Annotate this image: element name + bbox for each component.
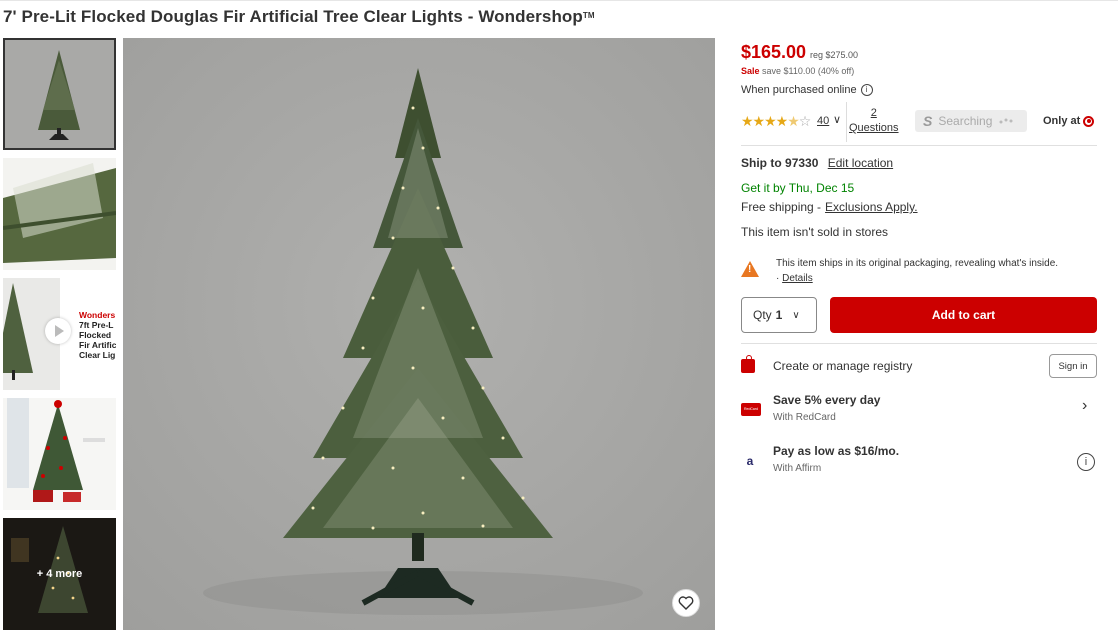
thumbnail-4[interactable] bbox=[3, 398, 116, 510]
target-bullseye-icon bbox=[1083, 115, 1095, 127]
tree-thumbnail-image bbox=[5, 40, 114, 148]
ratings-row: ★★★★★☆ 40 ∨ 2 Questions S Searching Only… bbox=[741, 102, 1101, 142]
free-shipping-row: Free shipping - Exclusions Apply. bbox=[741, 200, 918, 214]
thumbnail-1[interactable] bbox=[3, 38, 116, 150]
searching-logo-icon: S bbox=[923, 113, 933, 129]
trademark-mark: TM bbox=[582, 11, 595, 20]
not-in-stores-note: This item isn't sold in stores bbox=[741, 225, 889, 239]
heart-icon bbox=[678, 596, 694, 610]
play-video-button[interactable] bbox=[45, 318, 71, 344]
online-price-note: When purchased online i bbox=[741, 84, 873, 96]
thumbnail-2[interactable] bbox=[3, 158, 116, 270]
redcard-icon: RedCard bbox=[741, 403, 761, 416]
info-icon[interactable]: i bbox=[1077, 453, 1095, 471]
ratings-divider bbox=[846, 102, 847, 142]
chevron-down-icon[interactable]: ∨ bbox=[833, 113, 841, 126]
section-divider bbox=[741, 343, 1097, 344]
product-title: 7' Pre-Lit Flocked Douglas Fir Artificia… bbox=[3, 7, 595, 26]
questions-link[interactable]: 2 Questions bbox=[849, 106, 899, 136]
main-product-image[interactable] bbox=[123, 38, 715, 630]
add-to-cart-button[interactable]: Add to cart bbox=[830, 297, 1097, 333]
packaging-notice-text: This item ships in its original packagin… bbox=[776, 258, 1059, 284]
exclusions-link[interactable]: Exclusions Apply. bbox=[825, 200, 918, 214]
sale-info: Sale save $110.00 (40% off) bbox=[741, 66, 854, 76]
current-price: $165.00 bbox=[741, 42, 807, 62]
savings-text: save $110.00 (40% off) bbox=[762, 66, 855, 76]
affirm-subtitle: With Affirm bbox=[773, 463, 822, 474]
chevron-down-icon: ∨ bbox=[792, 309, 800, 321]
edit-location-link[interactable]: Edit location bbox=[828, 156, 893, 170]
section-divider bbox=[741, 145, 1097, 146]
searching-badge: S Searching bbox=[915, 110, 1027, 132]
gift-icon bbox=[741, 355, 755, 373]
ratings-count-link[interactable]: 40 bbox=[817, 115, 829, 127]
thumbnail-video[interactable]: Wonders 7ft Pre-L Flocked Fir Artific Cl… bbox=[3, 278, 116, 390]
redcard-subtitle: With RedCard bbox=[773, 412, 836, 423]
sign-in-button[interactable]: Sign in bbox=[1049, 354, 1097, 378]
delivery-estimate: Get it by Thu, Dec 15 bbox=[741, 181, 855, 195]
registry-label: Create or manage registry bbox=[773, 359, 913, 373]
top-divider bbox=[0, 0, 1118, 1]
quantity-select[interactable]: Qty 1 ∨ bbox=[741, 297, 817, 333]
details-link[interactable]: Details bbox=[782, 273, 813, 284]
tree-main-image bbox=[123, 38, 715, 630]
affirm-title: Pay as low as $16/mo. bbox=[773, 444, 900, 458]
only-at-target: Only at bbox=[1043, 115, 1095, 127]
redcard-row[interactable]: RedCard Save 5% every day With RedCard › bbox=[741, 393, 1101, 429]
warning-icon bbox=[741, 261, 759, 277]
branch-closeup-image bbox=[3, 158, 116, 270]
room-scene-image bbox=[3, 398, 116, 510]
packaging-notice: This item ships in its original packagin… bbox=[741, 254, 1101, 286]
sale-label: Sale bbox=[741, 66, 760, 76]
zip-code: 97330 bbox=[785, 156, 819, 170]
registry-row[interactable]: Create or manage registry Sign in bbox=[741, 354, 1101, 384]
affirm-logo-icon: a bbox=[746, 454, 754, 468]
more-images-label: + 4 more bbox=[36, 568, 83, 580]
chevron-right-icon[interactable]: › bbox=[1082, 397, 1087, 415]
star-rating[interactable]: ★★★★★☆ bbox=[741, 113, 811, 130]
thumbnail-more[interactable]: + 4 more bbox=[3, 518, 116, 630]
add-to-favorites-button[interactable] bbox=[672, 589, 700, 617]
loading-dots-icon bbox=[999, 118, 1013, 124]
online-note-text: When purchased online bbox=[741, 84, 857, 96]
affirm-row[interactable]: a Pay as low as $16/mo. With Affirm i bbox=[741, 444, 1101, 480]
redcard-title: Save 5% every day bbox=[773, 393, 881, 407]
video-caption: Wonders 7ft Pre-L Flocked Fir Artific Cl… bbox=[79, 310, 116, 360]
regular-price: reg $275.00 bbox=[810, 50, 859, 60]
ship-to-row: Ship to 97330 Edit location bbox=[741, 156, 894, 170]
info-icon[interactable]: i bbox=[860, 84, 873, 96]
